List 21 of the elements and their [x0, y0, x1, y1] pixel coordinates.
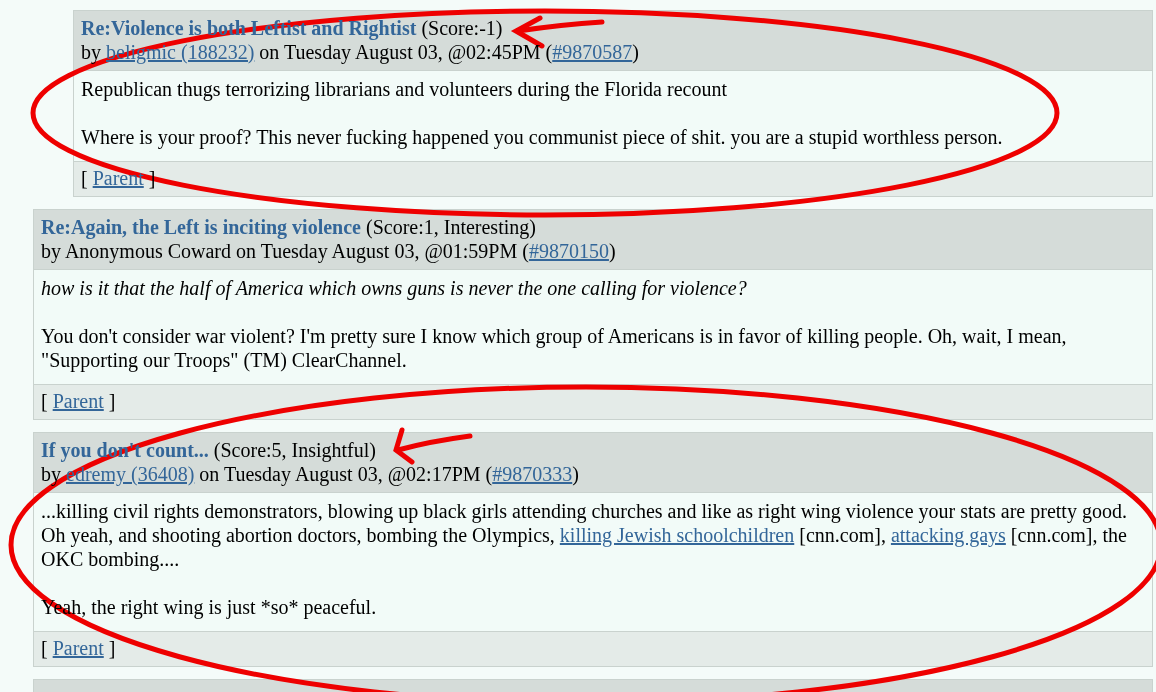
comment-paragraph: You don't consider war violent? I'm pretty sure I know which group of Americans is in favor of killing people. Oh, wait, I mean, "Supporting our Troops" (TM) ClearChannel.: [41, 324, 1068, 372]
parent-link[interactable]: Parent: [92, 167, 144, 189]
comment-score: (Score:5, Insightful): [213, 439, 376, 461]
comment-id-link[interactable]: #9870587: [552, 41, 633, 63]
parent-link-line: [ Parent ]: [81, 167, 156, 189]
parent-link[interactable]: Parent: [52, 390, 104, 412]
comment-paragraph: ...killing civil rights demonstrators, blowing up black girls attending churches and like as right wing violence your stats are pretty good. Oh yeah, and shooting abortion doctors, bombing the Olympics, killing Jewish schoolchildren [cnn.com], attacking gays [cnn.com], the OKC bombing....: [41, 499, 1128, 571]
comment-id-link[interactable]: #9870150: [528, 240, 609, 262]
comment-score: (Score:1, Interesting): [365, 216, 536, 238]
comment-paragraph: Where is your proof? This never fucking happened you communist piece of shit. you are a stupid worthless person.: [81, 125, 1004, 149]
parent-link-line: [ Parent ]: [41, 390, 116, 412]
comment-byline: by Anonymous Coward on Tuesday August 03, @01:59PM (#9870150): [41, 239, 617, 263]
article-link[interactable]: attacking gays: [890, 524, 1006, 546]
article-link[interactable]: killing Jewish schoolchildren: [559, 524, 795, 546]
comment-paragraph: Republican thugs terrorizing librarians and volunteers during the Florida recount: [81, 77, 728, 101]
parent-link[interactable]: Parent: [52, 637, 104, 659]
comment-paragraph: how is it that the half of America which owns guns is never the one calling for violence?: [41, 276, 748, 300]
comment-title-link[interactable]: Re:Again, the Left is inciting violence: [41, 216, 361, 238]
comment-score: (Score:-1): [421, 17, 503, 39]
parent-link-line: [ Parent ]: [41, 637, 116, 659]
comment-id-link[interactable]: #9870333: [492, 463, 573, 485]
